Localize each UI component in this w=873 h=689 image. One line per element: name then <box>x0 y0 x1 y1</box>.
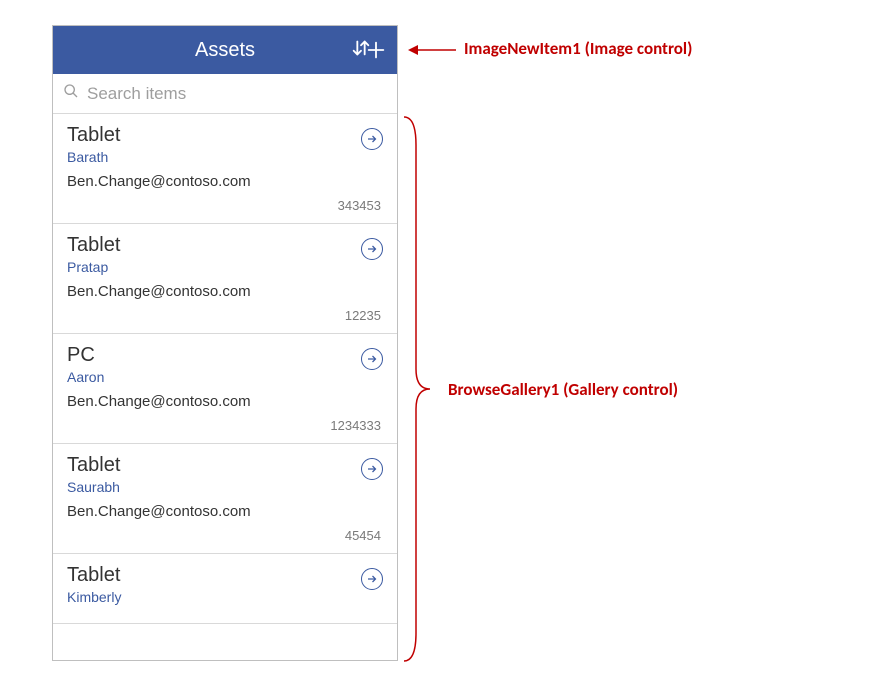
search-bar[interactable] <box>53 74 397 114</box>
item-title: Tablet <box>67 234 383 257</box>
item-id: 12235 <box>67 308 383 325</box>
item-email: Ben.Change@contoso.com <box>67 173 383 190</box>
browse-gallery: Tablet Barath Ben.Change@contoso.com 343… <box>53 114 397 624</box>
item-id: 343453 <box>67 198 383 215</box>
list-item[interactable]: Tablet Pratap Ben.Change@contoso.com 122… <box>53 224 397 334</box>
item-email: Ben.Change@contoso.com <box>67 503 383 520</box>
item-subtitle: Barath <box>67 149 383 165</box>
item-email: Ben.Change@contoso.com <box>67 393 383 410</box>
app-header: Assets <box>53 26 397 74</box>
next-arrow-icon[interactable] <box>361 238 383 260</box>
sort-icon[interactable] <box>323 37 349 63</box>
item-id: 45454 <box>67 528 383 545</box>
arrow-icon <box>408 40 458 65</box>
header-icons <box>323 26 389 74</box>
search-input[interactable] <box>87 84 387 104</box>
list-item[interactable]: PC Aaron Ben.Change@contoso.com 1234333 <box>53 334 397 444</box>
next-arrow-icon[interactable] <box>361 568 383 590</box>
annotation-top: ImageNewItem1 (Image control) <box>464 38 692 59</box>
item-title: Tablet <box>67 124 383 147</box>
item-id: 1234333 <box>67 418 383 435</box>
search-icon <box>63 83 79 104</box>
item-title: Tablet <box>67 454 383 477</box>
annotation-middle: BrowseGallery1 (Gallery control) <box>448 379 678 400</box>
item-subtitle: Kimberly <box>67 589 383 605</box>
next-arrow-icon[interactable] <box>361 128 383 150</box>
list-item[interactable]: Tablet Barath Ben.Change@contoso.com 343… <box>53 114 397 224</box>
app-screen: Assets // no- <box>52 25 398 661</box>
item-subtitle: Pratap <box>67 259 383 275</box>
item-subtitle: Saurabh <box>67 479 383 495</box>
item-title: PC <box>67 344 383 367</box>
brace-icon <box>402 115 432 663</box>
list-item[interactable]: Tablet Saurabh Ben.Change@contoso.com 45… <box>53 444 397 554</box>
next-arrow-icon[interactable] <box>361 348 383 370</box>
add-icon[interactable] <box>363 37 389 63</box>
item-title: Tablet <box>67 564 383 587</box>
list-item[interactable]: Tablet Kimberly <box>53 554 397 624</box>
next-arrow-icon[interactable] <box>361 458 383 480</box>
item-subtitle: Aaron <box>67 369 383 385</box>
item-email: Ben.Change@contoso.com <box>67 283 383 300</box>
